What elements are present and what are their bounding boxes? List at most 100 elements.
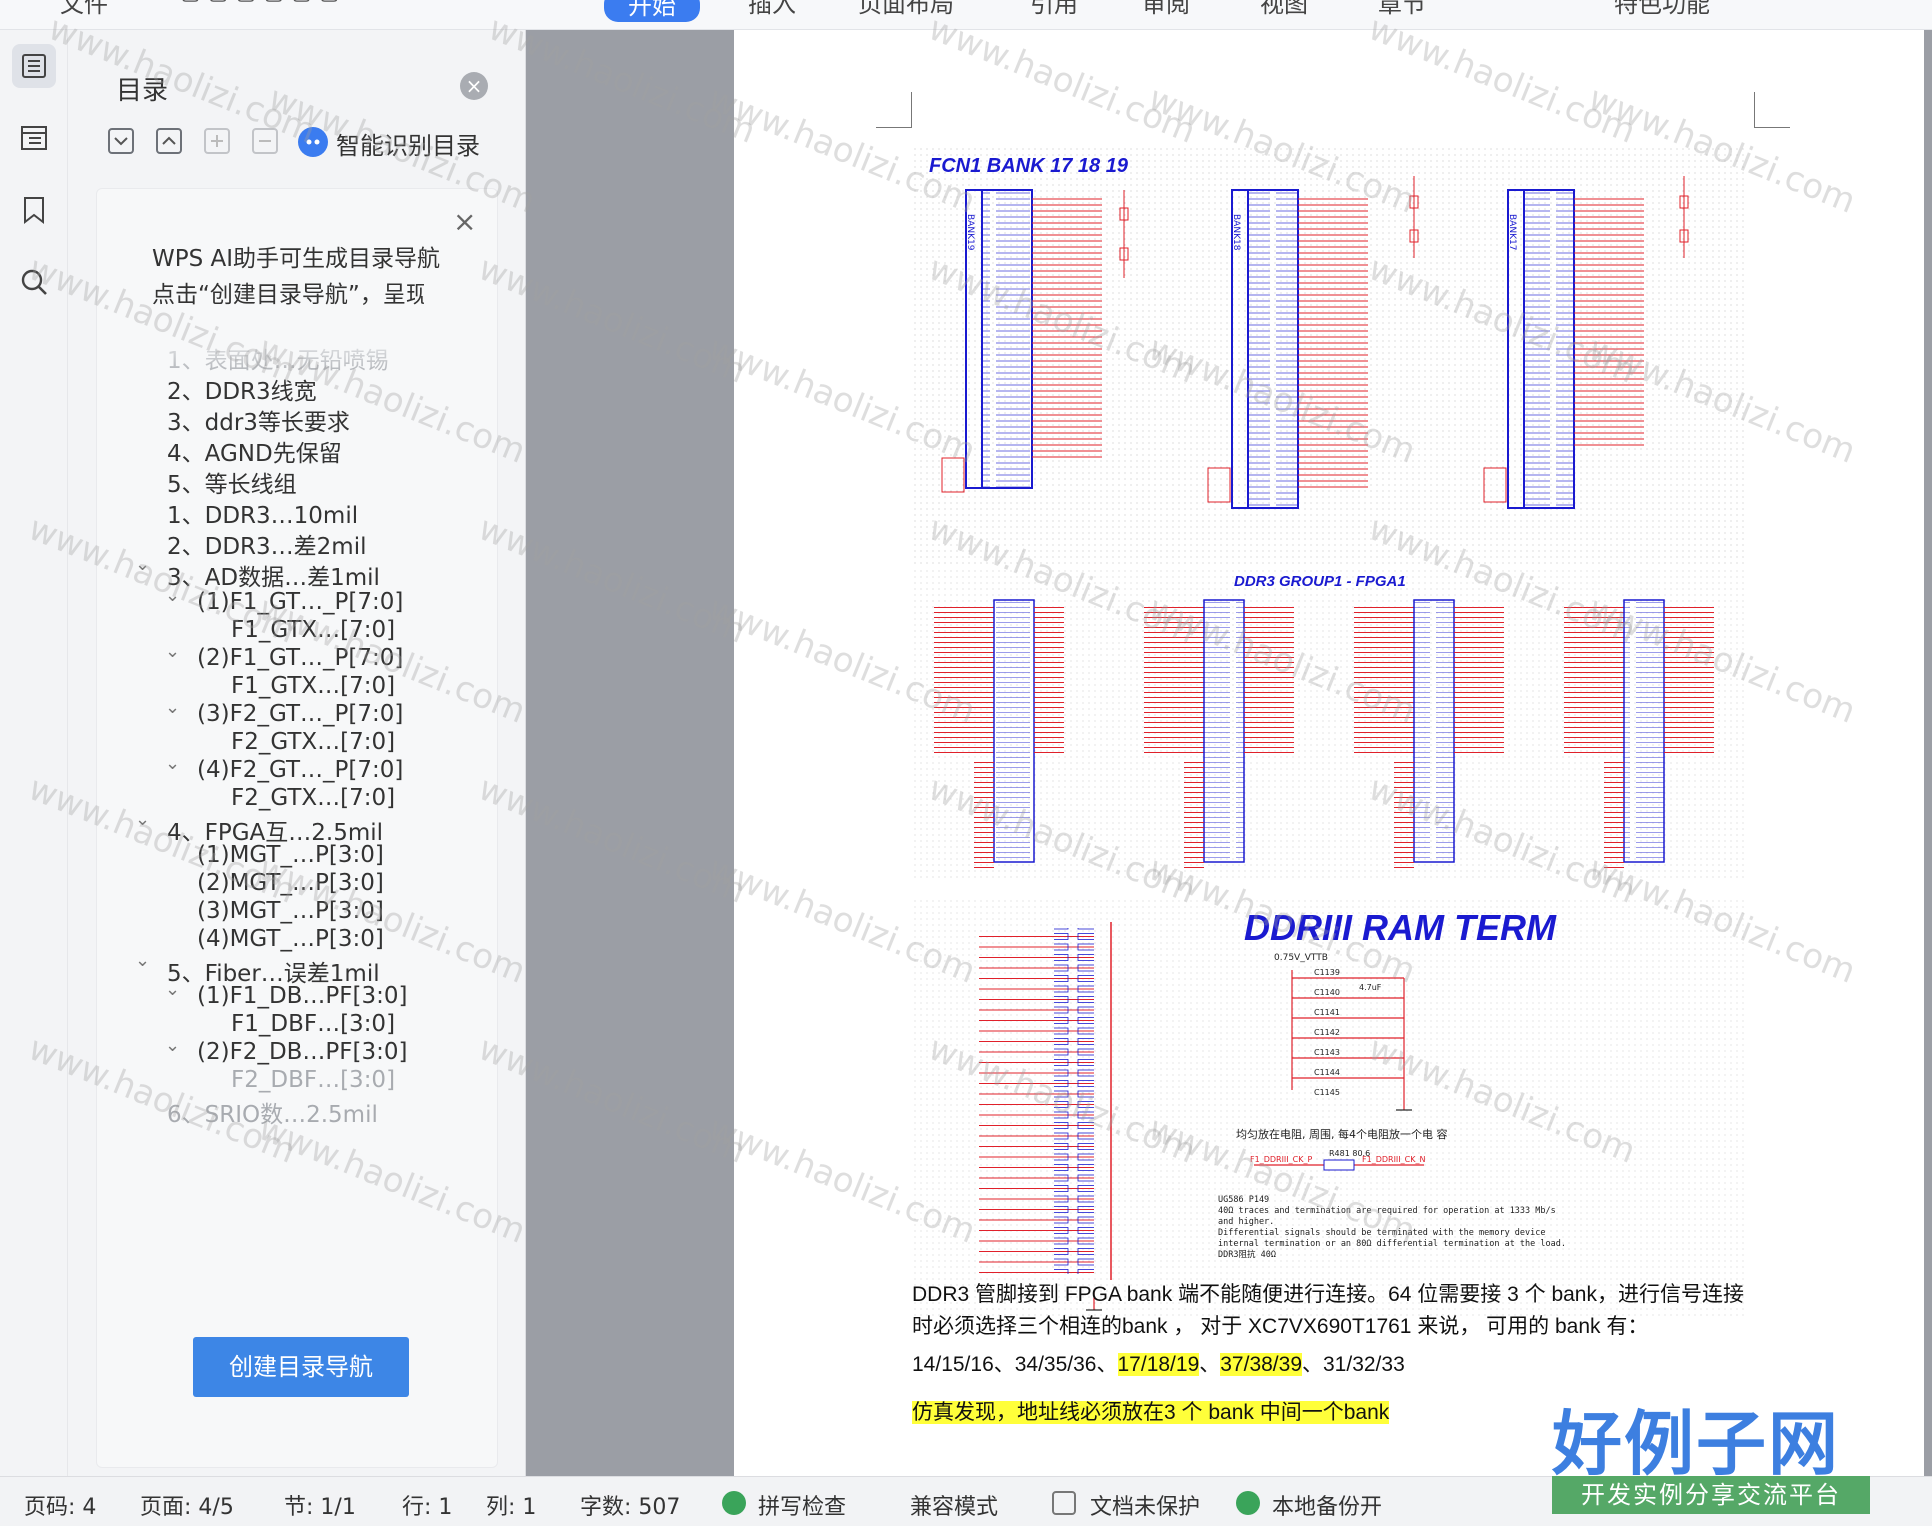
toc-item[interactable]: (1)MGT_…P[3:0] <box>197 842 384 868</box>
page-corner-mark <box>876 92 912 128</box>
bookmark-icon[interactable] <box>12 188 56 232</box>
quick-access-icons[interactable]: ▢ ▢ ▢ ▢ ▢ ▢ <box>180 0 340 5</box>
add-level-icon[interactable] <box>204 128 230 154</box>
svg-text:F1_DDRIII_CK_P: F1_DDRIII_CK_P <box>1250 1155 1312 1164</box>
bank-label: BANK17 <box>1507 214 1517 250</box>
create-toc-button[interactable]: 创建目录导航 <box>193 1337 409 1397</box>
search-icon[interactable] <box>12 260 56 304</box>
toc-item[interactable]: F1_GTX…[7:0] <box>231 617 395 643</box>
highlight-bank-17-19: 17/18/19 <box>1117 1353 1200 1376</box>
ribbon-tab-home[interactable]: 开始 <box>604 0 700 22</box>
page-corner-mark <box>1754 92 1790 128</box>
ribbon-tab-features[interactable]: 特色功能 <box>1614 0 1710 19</box>
logo-main-text: 好例子网 <box>1552 1403 1840 1485</box>
svg-text:and higher.: and higher. <box>1218 1217 1274 1227</box>
toc-expand-chevron-icon[interactable]: ⌄ <box>165 979 180 1000</box>
toc-item[interactable]: (1)F1_DB…PF[3:0] <box>197 983 408 1009</box>
toc-item[interactable]: 5、等长线组 <box>167 465 297 499</box>
toc-item[interactable]: 3、AD数据…差1mil <box>167 558 380 592</box>
toc-item[interactable]: (4)F2_GT…_P[7:0] <box>197 757 403 783</box>
toc-item[interactable]: 2、DDR3…差2mil <box>167 527 367 561</box>
status-section[interactable]: 节: 1/1 <box>284 1489 356 1521</box>
toc-item[interactable]: F2_GTX…[7:0] <box>231 785 395 811</box>
status-word-count[interactable]: 字数: 507 <box>580 1489 680 1521</box>
outline-icon[interactable] <box>12 116 56 160</box>
ribbon-tab-review[interactable]: 审阅 <box>1142 0 1190 19</box>
ribbon-tab-insert[interactable]: 插入 <box>748 0 796 19</box>
toc-expand-chevron-icon[interactable]: ⌄ <box>165 697 180 718</box>
toc-panel: 目录 × 智能识别目录 × WPS AI助手可生成目录导航 点击“创建目录导航”… <box>68 30 526 1476</box>
bank19-symbol: BANK19 <box>965 189 1102 489</box>
status-protection[interactable]: 文档未保护 <box>1090 1489 1200 1521</box>
smart-toc-icon[interactable] <box>298 127 328 157</box>
status-compat-mode[interactable]: 兼容模式 <box>910 1489 998 1521</box>
toc-expand-chevron-icon[interactable]: ⌄ <box>135 554 150 575</box>
svg-text:40Ω traces and termination: 40Ω traces and termination are required … <box>1218 1206 1556 1216</box>
toc-expand-chevron-icon[interactable]: ⌄ <box>165 1035 180 1056</box>
svg-text:Differential signals should: Differential signals should be terminate… <box>1218 1228 1546 1238</box>
protect-shield-icon[interactable] <box>1052 1491 1076 1515</box>
fig1-title: FCN1 BANK 17 18 19 <box>929 155 1129 177</box>
svg-text:C1145: C1145 <box>1314 1088 1340 1097</box>
toc-item[interactable]: (4)MGT_…P[3:0] <box>197 926 384 952</box>
doc-paragraph-2[interactable]: 时必须选择三个相连的bank ， 对于 XC7VX690T1761 来说， 可用… <box>912 1310 1648 1340</box>
toc-item[interactable]: 3、ddr3等长要求 <box>167 403 350 437</box>
fig3-note: 均匀放在电阻, 周围, 每4个电阻放一个电 容 <box>1236 1127 1447 1141</box>
schematic-ram-term-figure: DDRIII RAM TERM 0.75V_VTTB C1139 C1140 C <box>914 900 1744 1320</box>
bank18-symbol: BANK18 <box>1231 189 1368 509</box>
doc-paragraph-1[interactable]: DDR3 管脚接到 FPGA bank 端不能随便进行连接。64 位需要接 3 … <box>912 1278 1744 1308</box>
toc-item[interactable]: (2)F1_GT…_P[7:0] <box>197 645 403 671</box>
toc-item[interactable]: F2_GTX…[7:0] <box>231 729 395 755</box>
toc-item[interactable]: F1_DBF…[3:0] <box>231 1011 395 1037</box>
toc-item[interactable]: (2)F2_DB…PF[3:0] <box>197 1039 408 1065</box>
svg-text:F1_DDRIII_CK_N: F1_DDRIII_CK_N <box>1362 1155 1425 1164</box>
fig2-title: DDR3 GROUP1 - FPGA1 <box>1234 573 1406 590</box>
status-backup[interactable]: 本地备份开 <box>1272 1489 1382 1521</box>
schematic-bank-figure: FCN1 BANK 17 18 19 BANK19 BANK18 BANK17 <box>914 148 1744 568</box>
doc-paragraph-3[interactable]: 14/15/16、34/35/36、17/18/19、37/38/39、31/3… <box>912 1348 1405 1378</box>
ribbon-tab-layout[interactable]: 页面布局 <box>858 0 954 19</box>
svg-text:C1140: C1140 <box>1314 988 1340 997</box>
toc-item[interactable]: 6、SRIO数…2.5mil <box>167 1095 378 1129</box>
toc-item[interactable]: (3)F2_GT…_P[7:0] <box>197 701 403 727</box>
ribbon-tab-references[interactable]: 引用 <box>1030 0 1078 19</box>
spellcheck-icon[interactable] <box>722 1491 746 1515</box>
toc-item[interactable]: 4、AGND先保留 <box>167 434 342 468</box>
remove-level-icon[interactable] <box>252 128 278 154</box>
wps-window: 文件 ▢ ▢ ▢ ▢ ▢ ▢ 开始 插入 页面布局 引用 审阅 视图 章节 特色… <box>0 0 1932 1526</box>
toc-expand-chevron-icon[interactable]: ⌄ <box>165 641 180 662</box>
toc-expand-chevron-icon[interactable]: ⌄ <box>135 809 150 830</box>
backup-icon[interactable] <box>1236 1491 1260 1515</box>
svg-text:C1143: C1143 <box>1314 1048 1340 1057</box>
toc-item[interactable]: (2)MGT_…P[3:0] <box>197 870 384 896</box>
status-page-code[interactable]: 页码: 4 <box>24 1489 96 1521</box>
toc-expand-chevron-icon[interactable]: ⌄ <box>165 585 180 606</box>
collapse-all-icon[interactable] <box>156 128 182 154</box>
smart-toc-label[interactable]: 智能识别目录 <box>336 126 480 161</box>
expand-all-icon[interactable] <box>108 128 134 154</box>
status-spellcheck[interactable]: 拼写检查 <box>758 1489 846 1521</box>
ai-hint-line-2: 点击“创建目录导航”，呈现文档 <box>152 282 424 308</box>
toc-item[interactable]: F1_GTX…[7:0] <box>231 673 395 699</box>
toc-expand-chevron-icon[interactable]: ⌄ <box>135 950 150 971</box>
highlight-bank-37-39: 37/38/39 <box>1220 1353 1302 1376</box>
document-page[interactable]: FCN1 BANK 17 18 19 BANK19 BANK18 BANK17 … <box>734 30 1924 1476</box>
toc-item[interactable]: (3)MGT_…P[3:0] <box>197 898 384 924</box>
toc-item[interactable]: F2_DBF…[3:0] <box>231 1067 395 1093</box>
toc-panel-icon[interactable] <box>12 44 56 88</box>
svg-text:C1141: C1141 <box>1314 1008 1340 1017</box>
toc-item[interactable]: 1、DDR3…10mil <box>167 496 358 530</box>
svg-text:C1144: C1144 <box>1314 1068 1340 1077</box>
toc-item[interactable]: (1)F1_GT…_P[7:0] <box>197 589 403 615</box>
ribbon-tab-file[interactable]: 文件 <box>60 0 108 19</box>
ribbon-tab-view[interactable]: 视图 <box>1260 0 1308 19</box>
toc-close-icon[interactable]: × <box>460 72 488 100</box>
ai-card-close-icon[interactable]: × <box>453 205 476 238</box>
status-row: 行: 1 <box>402 1495 453 1520</box>
ribbon-tab-chapter[interactable]: 章节 <box>1378 0 1426 19</box>
toc-expand-chevron-icon[interactable]: ⌄ <box>165 753 180 774</box>
status-page[interactable]: 页面: 4/5 <box>140 1489 234 1521</box>
highlight-sim-note: 仿真发现，地址线必须放在3 个 bank 中间一个bank <box>912 1401 1390 1424</box>
document-canvas[interactable]: FCN1 BANK 17 18 19 BANK19 BANK18 BANK17 … <box>526 30 1932 1476</box>
doc-paragraph-4[interactable]: 仿真发现，地址线必须放在3 个 bank 中间一个bank <box>912 1396 1390 1426</box>
